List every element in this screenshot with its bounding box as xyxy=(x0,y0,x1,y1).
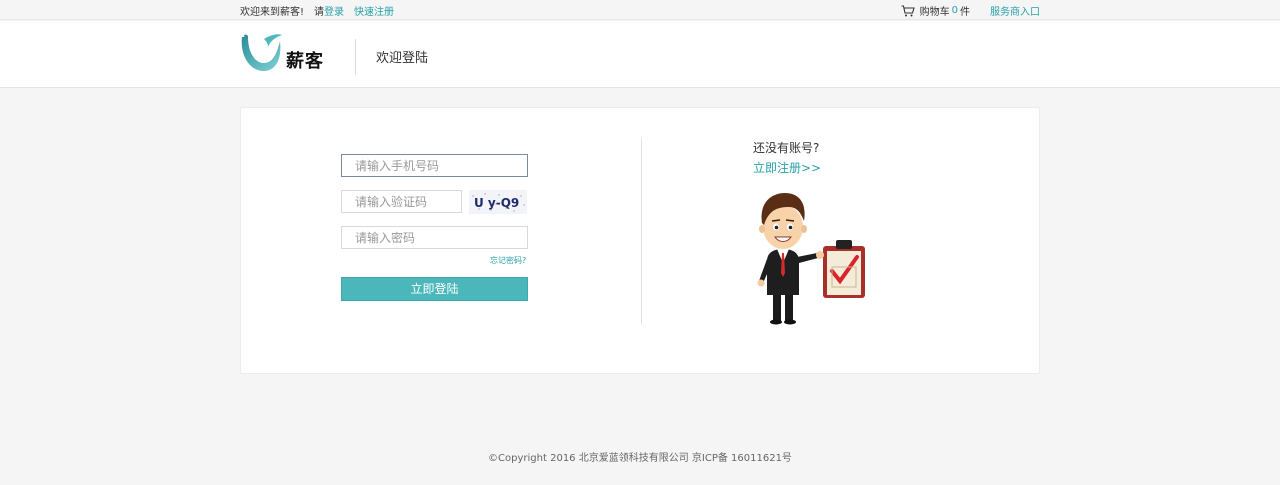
captcha-image[interactable]: U y-Q9 xyxy=(469,190,527,214)
page-title: 欢迎登陆 xyxy=(376,51,429,66)
please-text: 请 xyxy=(314,7,325,18)
captcha-text: U y-Q9 xyxy=(474,196,519,210)
mascot-illustration xyxy=(757,193,865,325)
login-button[interactable]: 立即登陆 xyxy=(341,277,528,301)
site-header: 薪客 欢迎登陆 xyxy=(0,21,1280,88)
footer-copyright: ©Copyright 2016 北京爱蓝领科技有限公司 京ICP备 160116… xyxy=(488,453,792,464)
top-bar: 欢迎来到薪客! 请登录 快速注册 购物车 0 件 服务商入口 xyxy=(0,0,1280,20)
top-bar-left: 欢迎来到薪客! 请登录 快速注册 xyxy=(240,3,394,18)
verification-code-input[interactable] xyxy=(341,190,462,213)
welcome-text: 欢迎来到薪客! xyxy=(240,7,305,18)
logo-text: 薪客 xyxy=(286,51,324,72)
header-divider xyxy=(355,39,356,75)
cart-unit: 件 xyxy=(960,7,970,18)
phone-input[interactable] xyxy=(341,154,528,177)
register-link[interactable]: 立即注册>> xyxy=(753,159,821,176)
quick-register-link[interactable]: 快速注册 xyxy=(354,7,394,18)
forgot-password-link[interactable]: 忘记密码? xyxy=(490,255,526,266)
no-account-text: 还没有账号? xyxy=(753,141,820,155)
top-bar-right: 购物车 0 件 服务商入口 xyxy=(901,3,1040,18)
cart-icon[interactable] xyxy=(901,4,915,17)
cart-count: 0 xyxy=(951,5,958,16)
password-input[interactable] xyxy=(341,226,528,249)
merchant-entry-link[interactable]: 服务商入口 xyxy=(990,3,1040,18)
login-card: U y-Q9 忘记密码? 立即登陆 还没有账号? 立即注册>> xyxy=(240,107,1040,374)
login-link[interactable]: 登录 xyxy=(324,7,344,18)
card-divider xyxy=(641,138,642,325)
cart-label[interactable]: 购物车 xyxy=(920,3,950,18)
